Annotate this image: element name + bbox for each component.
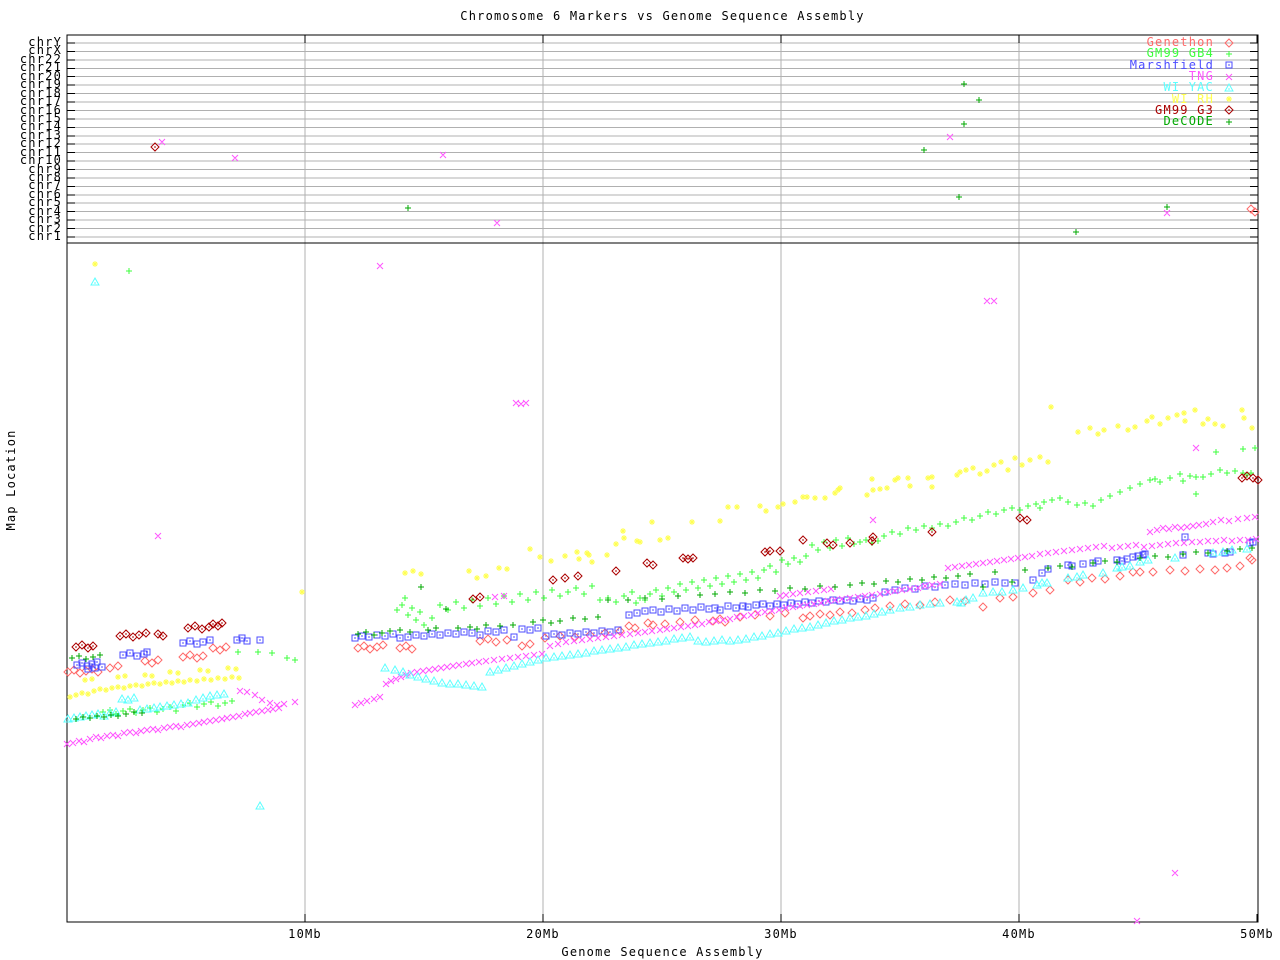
series-wi-rh <box>67 261 1255 700</box>
x-tick-label: 50Mb <box>1227 927 1280 941</box>
legend-marker-icon <box>1214 115 1244 129</box>
x-tick-label: 30Mb <box>751 927 811 941</box>
y-axis-title: Map Location <box>4 429 18 530</box>
legend-label: DeCODE <box>1036 116 1214 127</box>
chart-page: { "chart_data": { "type": "scatter", "ti… <box>0 0 1280 960</box>
chart-title: Chromosome 6 Markers vs Genome Sequence … <box>67 9 1258 23</box>
series-marshfield <box>74 534 1256 672</box>
chromosome-label: chr1 <box>0 232 62 244</box>
x-tick-label: 40Mb <box>989 927 1049 941</box>
series-wi-yac <box>64 278 1251 809</box>
series-gm99-gb4 <box>100 268 1258 717</box>
plot-area <box>0 0 1280 960</box>
x-axis-title: Genome Sequence Assembly <box>67 945 1258 959</box>
x-tick-label: 20Mb <box>513 927 573 941</box>
x-tick-label: 10Mb <box>275 927 335 941</box>
legend: GenethonGM99 GB4MarshfieldTNGWI YACWI RH… <box>1036 37 1244 127</box>
series-decode <box>69 81 1255 722</box>
gridlines <box>67 35 1258 922</box>
legend-label: Marshfield <box>1036 60 1214 71</box>
series-genethon <box>64 205 1259 677</box>
axis-ticks <box>67 35 1258 922</box>
series-tng <box>64 134 1259 924</box>
plot-border <box>67 35 1258 922</box>
legend-row: DeCODE <box>1036 116 1244 127</box>
